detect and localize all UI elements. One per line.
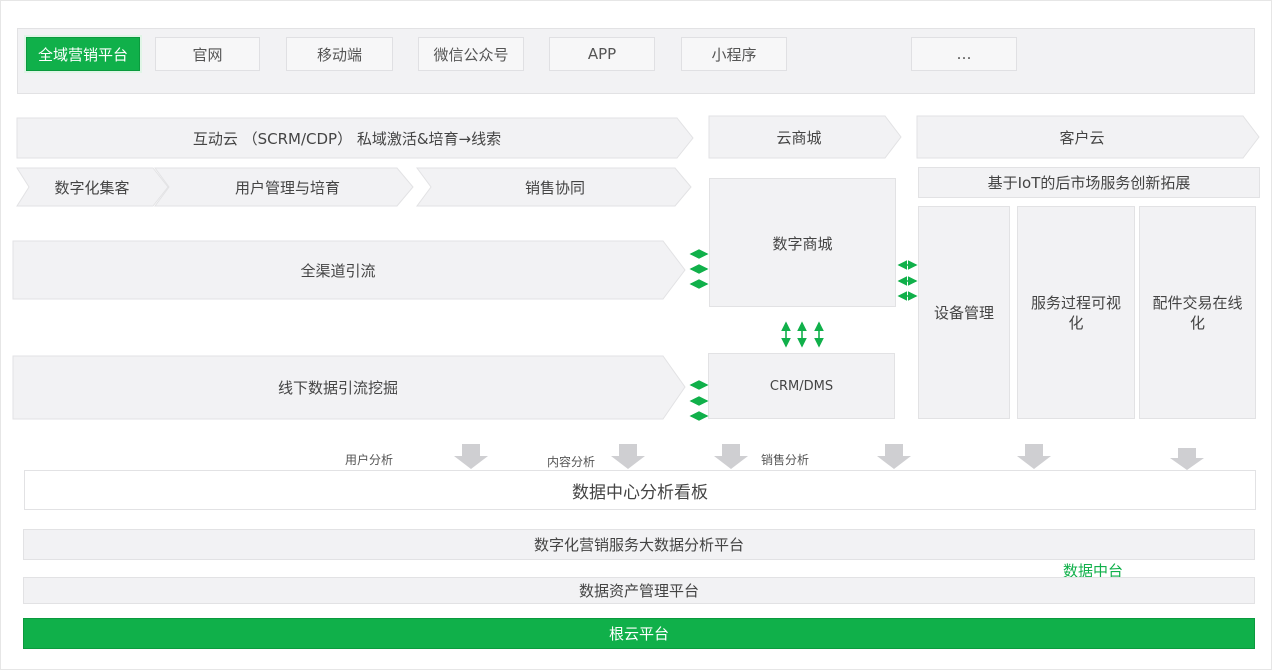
down-arrow-icon: [611, 444, 645, 469]
data-asset-platform-bar: 数据资产管理平台: [23, 577, 1255, 604]
content-analysis-label: 内容分析: [546, 454, 595, 469]
down-arrow-icon: [877, 444, 911, 469]
data-center-dashboard: 数据中心分析看板: [24, 470, 1256, 510]
down-arrow-icon: [454, 444, 488, 469]
root-cloud-platform-label: 根云平台: [608, 625, 669, 643]
sales-analysis-label: 销售分析: [760, 452, 809, 467]
down-arrow-icon: [1017, 444, 1051, 469]
dashboard-label: 数据中心分析看板: [572, 482, 708, 503]
bigdata-platform-label: 数字化营销服务大数据分析平台: [533, 536, 744, 554]
bigdata-platform-bar: 数字化营销服务大数据分析平台: [23, 529, 1255, 560]
data-asset-platform-label: 数据资产管理平台: [578, 582, 699, 600]
down-arrow-icon: [1170, 448, 1204, 470]
down-arrow-icon: [714, 444, 748, 469]
root-cloud-platform-bar: 根云平台: [23, 618, 1255, 649]
user-analysis-label: 用户分析: [344, 452, 393, 467]
